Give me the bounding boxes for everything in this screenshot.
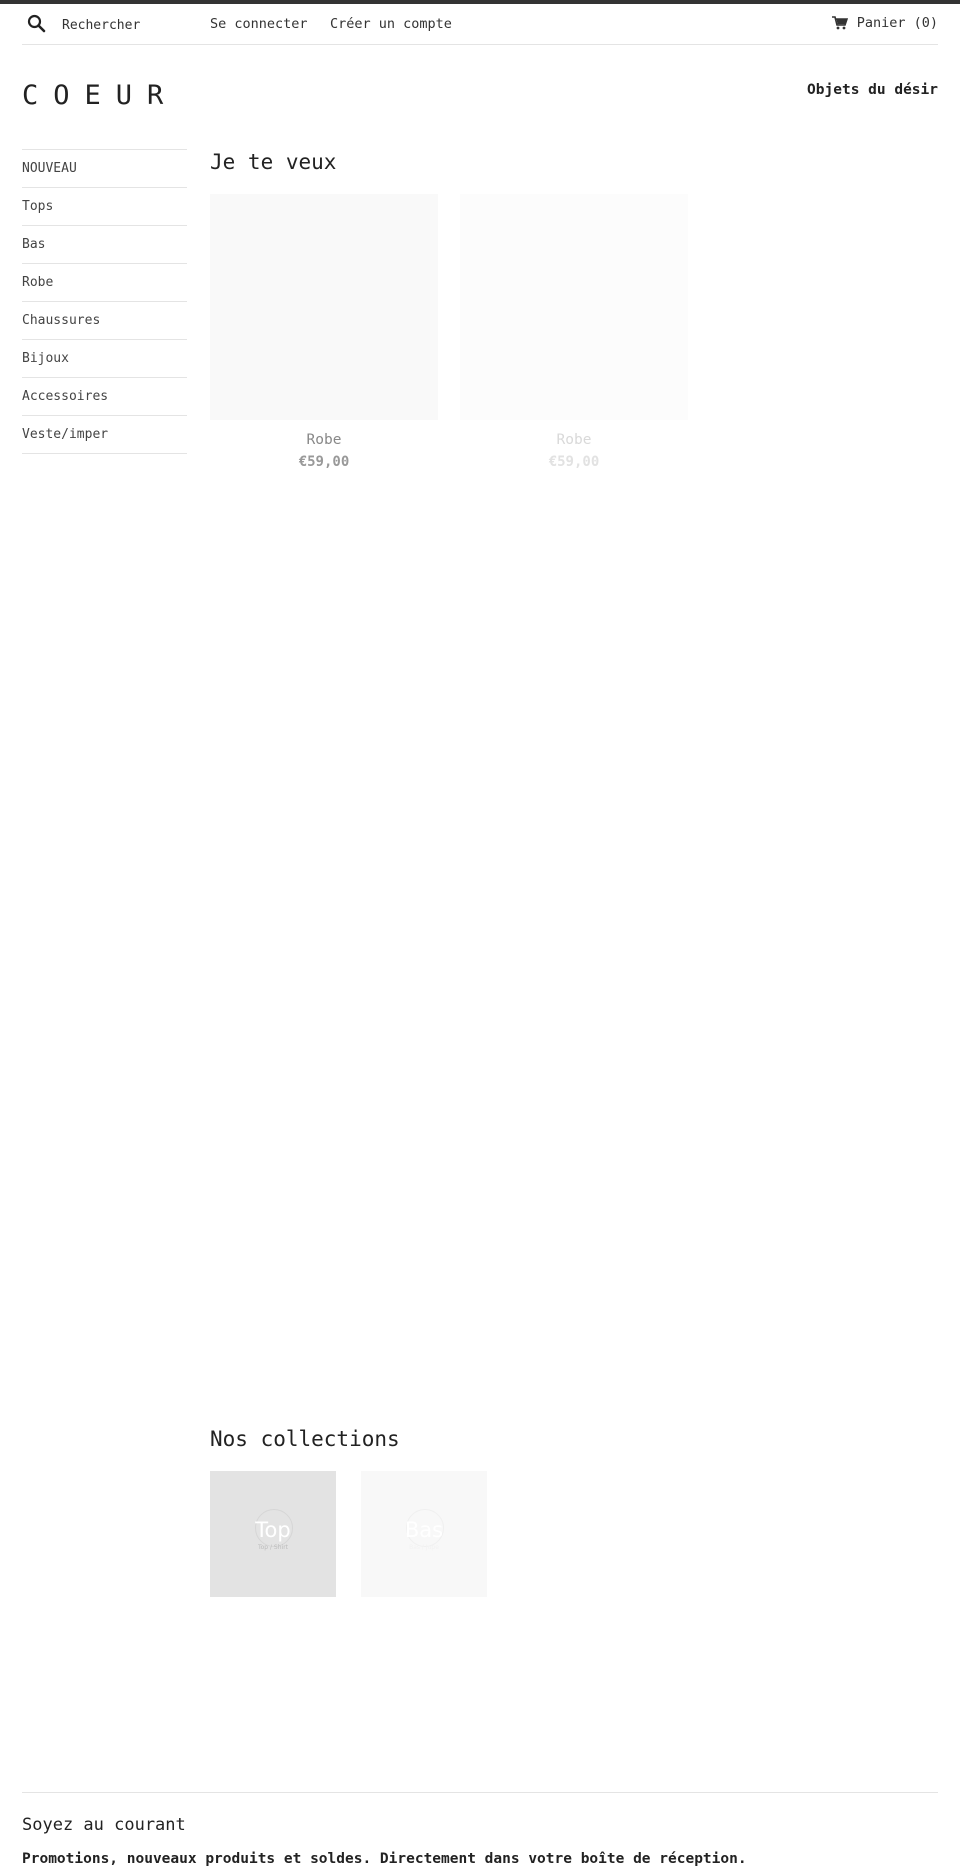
sidebar-nav: NOUVEAU Tops Bas Robe Chaussures Bijoux …	[22, 149, 187, 454]
newsletter-title: Soyez au courant	[22, 1815, 186, 1835]
sidebar-item-veste-imper[interactable]: Veste/imper	[22, 416, 187, 454]
site-header: Se connecter Créer un compte Panier (0)	[22, 4, 938, 45]
sidebar-item-chaussures[interactable]: Chaussures	[22, 302, 187, 340]
login-link[interactable]: Se connecter	[210, 16, 308, 32]
product-card[interactable]: Robe €59,00	[460, 194, 688, 470]
product-price: €59,00	[548, 454, 600, 470]
product-image[interactable]	[460, 194, 688, 420]
collection-card-top[interactable]: Top Top / Shirt	[210, 1471, 336, 1597]
search-input[interactable]	[60, 13, 214, 37]
product-card[interactable]: Robe €59,00	[210, 194, 438, 470]
sidebar-item-nouveau[interactable]: NOUVEAU	[22, 150, 187, 188]
collection-title: Bas	[404, 1517, 444, 1542]
cart-label: Panier (0)	[856, 15, 938, 31]
product-name[interactable]: Robe	[210, 432, 438, 448]
collection-grid: Top Top / Shirt Bas Bas / Jupe	[210, 1471, 487, 1597]
product-image[interactable]	[210, 194, 438, 420]
sidebar-item-accessoires[interactable]: Accessoires	[22, 378, 187, 416]
sidebar-item-bijoux[interactable]: Bijoux	[22, 340, 187, 378]
collection-card-bas[interactable]: Bas Bas / Jupe	[361, 1471, 487, 1597]
search-icon[interactable]	[25, 12, 49, 36]
collection-subtitle: Top / Shirt	[257, 1543, 289, 1551]
footer-divider	[22, 1792, 938, 1793]
featured-title: Je te veux	[210, 150, 337, 174]
collection-subtitle: Bas / Jupe	[409, 1543, 439, 1551]
sidebar-item-tops[interactable]: Tops	[22, 188, 187, 226]
product-price: €59,00	[298, 454, 350, 470]
search-bar	[22, 4, 49, 44]
product-grid: Robe €59,00 Robe €59,00	[210, 194, 688, 470]
collections-title: Nos collections	[210, 1427, 400, 1451]
cart-icon	[831, 16, 848, 30]
product-name[interactable]: Robe	[460, 432, 688, 448]
cart-link[interactable]: Panier (0)	[831, 15, 938, 31]
brand-logo[interactable]: COEUR	[22, 80, 178, 111]
collection-title: Top	[255, 1517, 291, 1542]
sidebar-item-robe[interactable]: Robe	[22, 264, 187, 302]
sidebar-item-bas[interactable]: Bas	[22, 226, 187, 264]
register-link[interactable]: Créer un compte	[330, 16, 452, 32]
newsletter-text: Promotions, nouveaux produits et soldes.…	[22, 1851, 747, 1867]
brand-tagline: Objets du désir	[807, 82, 938, 98]
